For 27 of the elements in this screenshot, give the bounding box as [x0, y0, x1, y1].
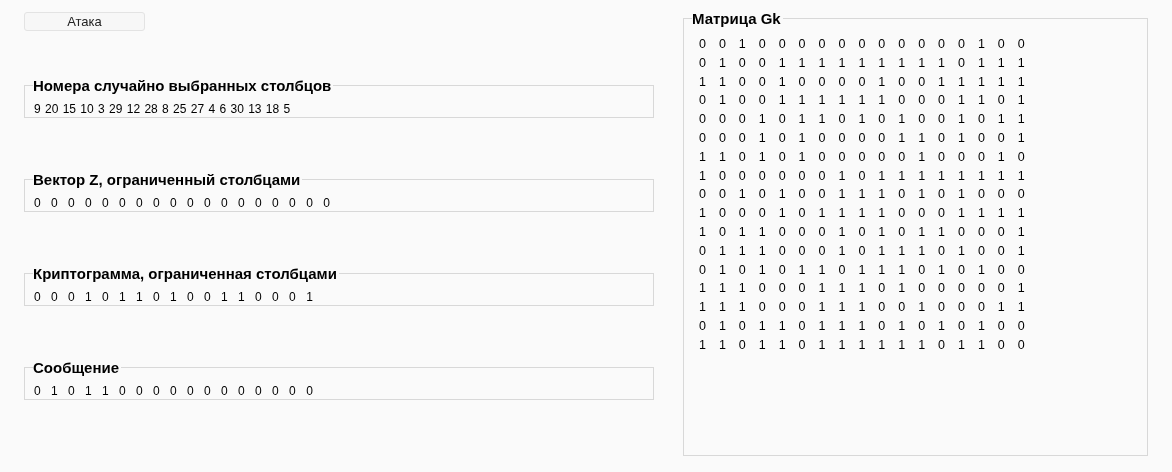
- matrix-row-text: 0 1 0 0 1 1 1 1 1 1 0 0 0 1 1 0 1: [699, 92, 1025, 110]
- matrix-row-text: 0 1 0 1 1 0 1 1 1 0 1 0 1 0 1 0 0: [699, 317, 1025, 335]
- matrix-row-text: 0 1 0 1 0 1 1 0 1 1 1 0 1 0 1 0 0: [699, 261, 1025, 279]
- value-text: 0 0 0 0 0 0 0 0 0 0 0 0 0 0 0 0 0 0: [34, 195, 330, 211]
- matrix-row-text: 1 0 0 0 0 0 0 1 0 1 1 1 1 1 1 1 1: [699, 167, 1025, 185]
- group-title: Сообщение: [33, 359, 122, 377]
- matrix-row-text: 1 1 0 0 1 0 0 0 0 1 0 0 1 1 1 1 1: [699, 73, 1025, 91]
- attack-button[interactable]: Атака: [24, 12, 145, 31]
- matrix-row-text: 0 0 0 1 0 1 1 0 1 0 1 0 0 1 0 1 1: [699, 111, 1025, 129]
- matrix-row-text: 1 1 1 0 0 0 1 1 1 0 1 0 0 0 0 0 1: [699, 280, 1025, 298]
- matrix-row-text: 0 1 1 1 0 0 0 1 0 1 1 1 0 1 0 0 1: [699, 242, 1025, 260]
- matrix-row-text: 1 1 1 0 0 0 1 1 1 0 0 1 0 0 0 1 1: [699, 299, 1025, 317]
- matrix-row-text: 1 0 1 1 0 0 0 1 0 1 0 1 1 0 0 0 1: [699, 223, 1025, 241]
- matrix-row-text: 1 1 0 1 0 1 0 0 0 0 0 1 0 0 0 1 0: [699, 148, 1025, 166]
- group-title: Номера случайно выбранных столбцов: [33, 77, 334, 95]
- group-title: Матрица Gk: [692, 10, 783, 28]
- value-text: 0 0 0 1 0 1 1 0 1 0 0 1 1 0 0 0 1: [34, 289, 313, 305]
- value-text: 9 20 15 10 3 29 12 28 8 25 27 4 6 30 13 18 5: [34, 101, 291, 117]
- matrix-row-text: 0 0 1 0 1 0 0 1 1 1 0 1 0 1 0 0 0: [699, 186, 1025, 204]
- matrix-row-text: 1 1 0 1 1 0 1 1 1 1 1 1 0 1 1 0 0: [699, 336, 1025, 354]
- group-title: Вектор Z, ограниченный столбцами: [33, 171, 303, 189]
- value-text: 0 1 0 1 1 0 0 0 0 0 0 0 0 0 0 0 0: [34, 383, 313, 399]
- matrix-row-text: 0 1 0 0 1 1 1 1 1 1 1 1 1 0 1 1 1: [699, 54, 1025, 72]
- matrix-row-text: 0 0 1 0 0 0 0 0 0 0 0 0 0 0 1 0 0: [699, 36, 1025, 53]
- group-title: Криптограмма, ограниченная столбцами: [33, 265, 339, 283]
- matrix-row-text: 0 0 0 1 0 1 0 0 0 0 1 1 0 1 0 0 1: [699, 130, 1025, 147]
- matrix-row-text: 1 0 0 0 1 0 1 1 1 1 0 0 0 1 1 1 1: [699, 205, 1025, 223]
